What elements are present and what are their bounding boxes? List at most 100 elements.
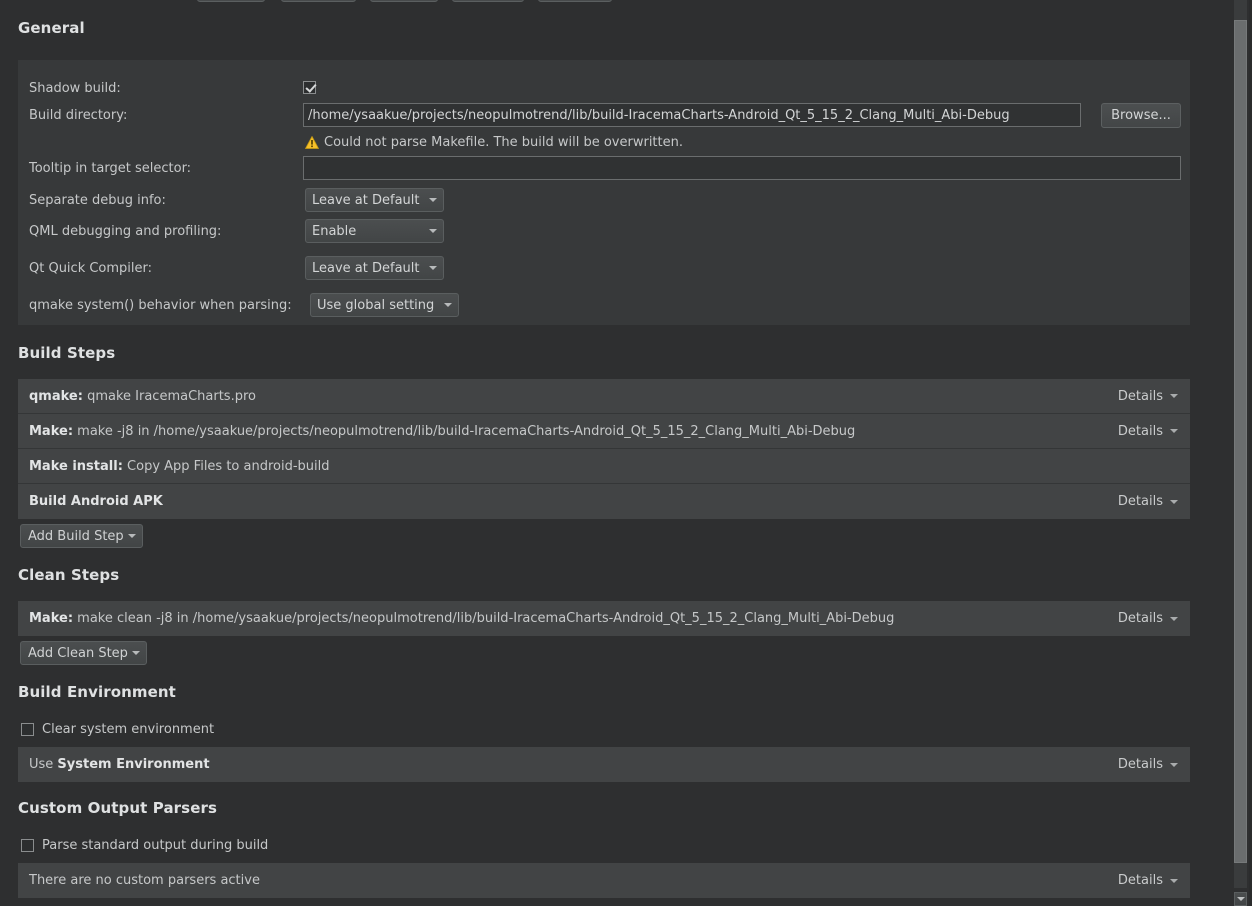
shadow-build-checkbox[interactable] <box>303 80 316 95</box>
step-row-command: make clean -j8 in /home/ysaakue/projects… <box>73 611 895 626</box>
qml-debugging-label: QML debugging and profiling: <box>29 224 222 239</box>
general-panel: Shadow build: Build directory: /home/ysa… <box>18 60 1190 325</box>
step-details-button[interactable]: Details <box>1118 601 1178 636</box>
table-row[interactable]: Make: make -j8 in /home/ysaakue/projects… <box>18 414 1190 449</box>
scrollbar-down-arrow-icon[interactable] <box>1234 892 1247 906</box>
section-title-build-steps: Build Steps <box>18 344 116 362</box>
makefile-warning-text: Could not parse Makefile. The build will… <box>324 135 683 150</box>
details-label: Details <box>1117 757 1163 772</box>
build-directory-label: Build directory: <box>29 108 128 123</box>
environment-row-bold: System Environment <box>57 757 210 772</box>
tooltip-target-selector-label: Tooltip in target selector: <box>29 161 192 176</box>
custom-parsers-summary: There are no custom parsers active Detai… <box>18 863 1190 898</box>
table-row[interactable]: qmake: qmake IracemaCharts.pro Details <box>18 379 1190 414</box>
chevron-down-icon <box>1170 762 1178 767</box>
warning-triangle-icon <box>305 136 319 149</box>
step-row-text: Make install: Copy App Files to android-… <box>18 459 330 474</box>
chevron-down-icon <box>1170 394 1178 398</box>
step-row-kind: Make: <box>29 611 74 626</box>
step-details-button[interactable]: Details <box>1118 414 1178 448</box>
table-row[interactable]: Make install: Copy App Files to android-… <box>18 449 1190 484</box>
separate-debug-info-combobox[interactable]: Leave at Default <box>305 188 444 212</box>
browse-button[interactable]: Browse... <box>1101 103 1181 128</box>
step-row-command: Copy App Files to android-build <box>122 458 330 474</box>
toolbar-button-stub-2[interactable] <box>281 0 356 2</box>
clear-system-environment-checkbox[interactable]: Clear system environment <box>21 722 214 737</box>
table-row[interactable]: Make: make clean -j8 in /home/ysaakue/pr… <box>18 601 1190 636</box>
step-row-kind: Make: <box>29 423 74 439</box>
section-title-clean-steps: Clean Steps <box>18 566 120 584</box>
step-row-text: Build Android APK <box>18 494 163 509</box>
step-details-button[interactable]: Details <box>1118 379 1178 413</box>
step-row-command: make -j8 in /home/ysaakue/projects/neopu… <box>73 423 856 439</box>
details-label: Details <box>1117 388 1163 404</box>
step-row-text: qmake: qmake IracemaCharts.pro <box>18 389 256 404</box>
section-title-general: General <box>18 19 85 37</box>
qt-quick-compiler-combobox[interactable]: Leave at Default <box>305 256 444 280</box>
parse-standard-output-checkbox[interactable]: Parse standard output during build <box>21 838 268 853</box>
chevron-down-icon <box>1170 429 1178 433</box>
chevron-down-icon <box>429 229 437 233</box>
table-row[interactable]: Use System Environment Details <box>18 747 1190 782</box>
checkbox-box <box>21 839 34 852</box>
settings-scroll-area[interactable]: General Shadow build: Build directory: /… <box>0 0 1228 906</box>
toolbar-button-stub-1[interactable] <box>197 0 265 2</box>
table-row[interactable]: Build Android APK Details <box>18 484 1190 519</box>
qt-quick-compiler-label: Qt Quick Compiler: <box>29 261 153 276</box>
step-row-kind: Build Android APK <box>29 494 163 509</box>
step-details-button[interactable]: Details <box>1118 484 1178 519</box>
environment-row-prefix: Use <box>29 757 58 772</box>
chevron-down-icon <box>1170 499 1178 504</box>
clear-system-environment-label: Clear system environment <box>42 722 215 737</box>
toolbar-button-stub-3[interactable] <box>370 0 438 2</box>
clean-steps-list: Make: make clean -j8 in /home/ysaakue/pr… <box>18 601 1190 636</box>
add-clean-step-label: Add Clean Step <box>28 645 128 661</box>
checkbox-box <box>21 723 34 736</box>
step-row-text: Make: make clean -j8 in /home/ysaakue/pr… <box>18 611 894 626</box>
scrollbar-thumb[interactable] <box>1234 20 1247 863</box>
chevron-down-icon <box>429 266 437 270</box>
toolbar-button-stub-5[interactable] <box>538 0 612 2</box>
environment-row-text: Use System Environment <box>18 757 210 772</box>
details-label: Details <box>1117 423 1163 439</box>
build-directory-input[interactable]: /home/ysaakue/projects/neopulmotrend/lib… <box>303 103 1081 127</box>
details-label: Details <box>1117 611 1163 626</box>
cut-off-toolbar-buttons <box>0 0 1228 4</box>
qmake-system-behavior-combobox[interactable]: Use global setting <box>310 293 459 317</box>
toolbar-button-stub-4[interactable] <box>452 0 524 2</box>
step-row-kind: qmake: <box>29 388 83 404</box>
add-clean-step-button[interactable]: Add Clean Step <box>20 641 147 665</box>
checkbox-box <box>303 81 316 94</box>
chevron-down-icon <box>1170 616 1178 621</box>
chevron-down-icon <box>131 651 140 655</box>
chevron-down-icon <box>444 303 452 307</box>
chevron-down-icon <box>127 534 136 538</box>
table-row[interactable]: There are no custom parsers active Detai… <box>18 863 1190 898</box>
shadow-build-label: Shadow build: <box>29 81 121 96</box>
section-title-custom-output-parsers: Custom Output Parsers <box>18 799 217 817</box>
separate-debug-info-label: Separate debug info: <box>29 193 166 208</box>
step-row-text: Make: make -j8 in /home/ysaakue/projects… <box>18 424 855 439</box>
build-steps-list: qmake: qmake IracemaCharts.pro Details Mak… <box>18 379 1190 519</box>
add-build-step-label: Add Build Step <box>28 528 124 544</box>
combobox-value: Leave at Default <box>312 260 420 276</box>
build-environment-summary: Use System Environment Details <box>18 747 1190 782</box>
section-title-build-environment: Build Environment <box>18 683 176 701</box>
custom-parsers-details-button[interactable]: Details <box>1118 863 1178 898</box>
makefile-warning: Could not parse Makefile. The build will… <box>305 135 683 150</box>
chevron-down-icon <box>1170 878 1178 883</box>
environment-details-button[interactable]: Details <box>1118 747 1178 782</box>
combobox-value: Use global setting <box>317 297 435 313</box>
chevron-down-icon <box>429 198 437 202</box>
qml-debugging-combobox[interactable]: Enable <box>305 219 444 243</box>
parse-standard-output-label: Parse standard output during build <box>42 838 269 853</box>
combobox-value: Enable <box>312 223 357 239</box>
qmake-system-behavior-label: qmake system() behavior when parsing: <box>29 298 292 313</box>
custom-parsers-row-text: There are no custom parsers active <box>29 873 260 888</box>
add-build-step-button[interactable]: Add Build Step <box>20 524 143 548</box>
step-row-kind: Make install: <box>29 458 123 474</box>
details-label: Details <box>1117 494 1163 509</box>
tooltip-target-selector-input[interactable] <box>303 156 1181 180</box>
details-label: Details <box>1117 873 1163 888</box>
combobox-value: Leave at Default <box>312 192 420 208</box>
